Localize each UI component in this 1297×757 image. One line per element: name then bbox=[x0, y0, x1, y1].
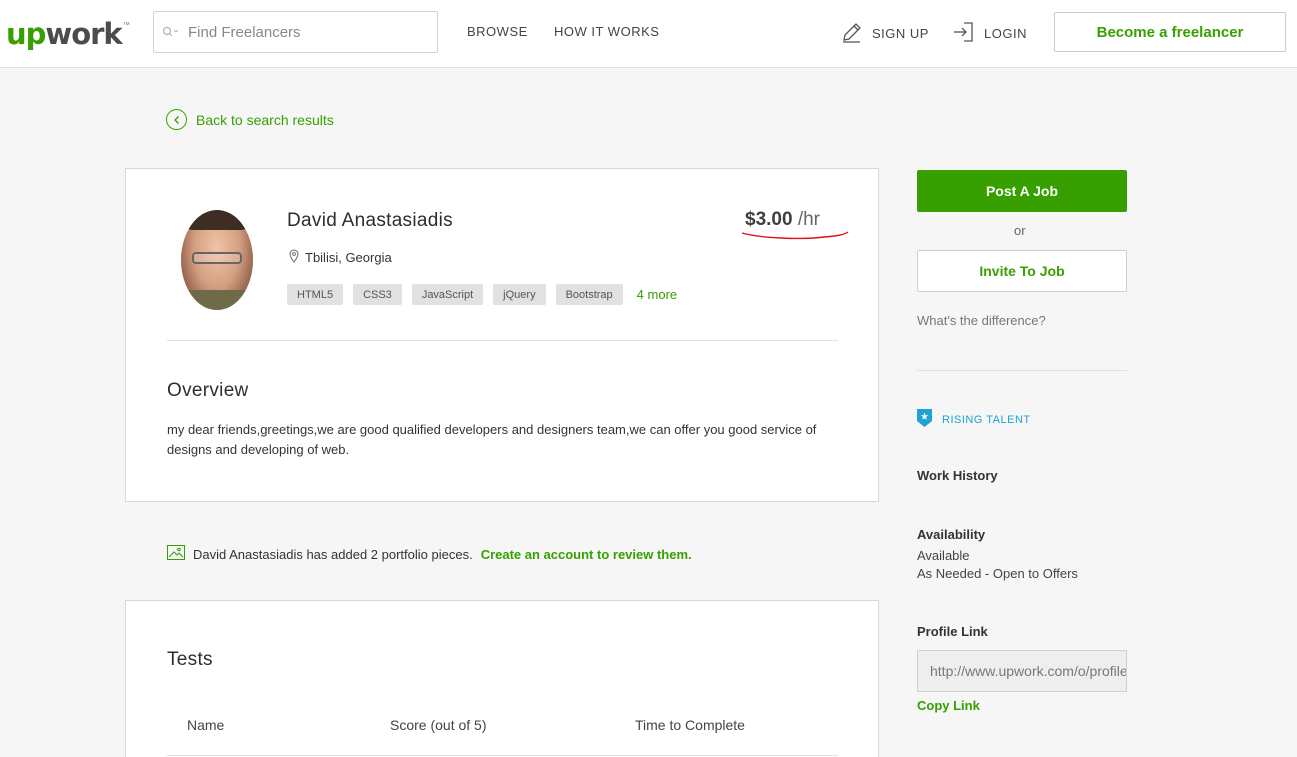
profile-card: David Anastasiadis $3.00 /hr Tbilisi, Ge… bbox=[125, 168, 879, 502]
column-header-time[interactable]: Time to Complete bbox=[635, 717, 745, 733]
nav-how-it-works[interactable]: HOW IT WORKS bbox=[554, 24, 659, 39]
more-skills-link[interactable]: 4 more bbox=[637, 287, 677, 302]
profile-link-field[interactable]: http://www.upwork.com/o/profiles/users/ bbox=[917, 650, 1127, 692]
logo-up: up bbox=[6, 17, 46, 51]
work-history-heading: Work History bbox=[917, 468, 998, 483]
or-label: or bbox=[1014, 223, 1026, 238]
post-job-button[interactable]: Post A Job bbox=[917, 170, 1127, 212]
avatar bbox=[181, 210, 253, 310]
column-header-name[interactable]: Name bbox=[187, 717, 224, 733]
star-badge-icon bbox=[917, 409, 932, 430]
skill-tag[interactable]: HTML5 bbox=[287, 284, 344, 305]
portfolio-notice: David Anastasiadis has added 2 portfolio… bbox=[167, 545, 692, 563]
search-input[interactable] bbox=[188, 23, 418, 41]
tests-card: Tests Name Score (out of 5) Time to Comp… bbox=[125, 600, 879, 757]
top-header: upwork ™ BROWSE HOW IT WORKS SIGN UP LOG… bbox=[0, 0, 1297, 68]
tests-heading: Tests bbox=[167, 649, 213, 670]
freelancer-name: David Anastasiadis bbox=[287, 210, 453, 231]
login-icon bbox=[952, 20, 976, 47]
rate-amount: $3.00 bbox=[745, 209, 793, 230]
rate-unit: /hr bbox=[797, 209, 821, 230]
difference-link[interactable]: What's the difference? bbox=[917, 313, 1046, 328]
availability-detail: As Needed - Open to Offers bbox=[917, 566, 1078, 581]
skill-tag[interactable]: CSS3 bbox=[353, 284, 402, 305]
overview-text: my dear friends,greetings,we are good qu… bbox=[167, 422, 817, 457]
signup-label: SIGN UP bbox=[872, 26, 929, 41]
skill-tag[interactable]: jQuery bbox=[493, 284, 546, 305]
profile-link-heading: Profile Link bbox=[917, 624, 988, 639]
back-label: Back to search results bbox=[196, 111, 334, 128]
divider bbox=[167, 340, 838, 341]
skills-list: HTML5 CSS3 JavaScript jQuery Bootstrap 4… bbox=[287, 284, 677, 305]
location-label: Tbilisi, Georgia bbox=[305, 250, 392, 265]
pencil-icon bbox=[840, 20, 864, 47]
back-to-search-link[interactable]: Back to search results bbox=[166, 109, 334, 130]
overview-heading: Overview bbox=[167, 380, 249, 401]
availability-heading: Availability bbox=[917, 527, 986, 542]
chevron-left-icon bbox=[166, 109, 187, 130]
portfolio-text: David Anastasiadis has added 2 portfolio… bbox=[193, 546, 473, 562]
logo-trademark: ™ bbox=[122, 22, 130, 29]
image-icon bbox=[167, 545, 185, 563]
rising-talent-badge: RISING TALENT bbox=[917, 409, 1031, 430]
search-icon[interactable] bbox=[154, 12, 188, 52]
nav-browse[interactable]: BROWSE bbox=[467, 24, 528, 39]
login-link[interactable]: LOGIN bbox=[952, 20, 1027, 47]
location: Tbilisi, Georgia bbox=[289, 249, 392, 266]
divider bbox=[167, 755, 838, 756]
login-label: LOGIN bbox=[984, 26, 1027, 41]
availability-value: Available bbox=[917, 548, 970, 563]
upwork-logo[interactable]: upwork ™ bbox=[6, 14, 130, 50]
search-box bbox=[153, 11, 438, 53]
become-freelancer-button[interactable]: Become a freelancer bbox=[1054, 12, 1286, 52]
red-annotation-underline bbox=[741, 231, 849, 240]
invite-to-job-button[interactable]: Invite To Job bbox=[917, 250, 1127, 292]
create-account-link[interactable]: Create an account to review them. bbox=[481, 547, 692, 562]
divider bbox=[917, 370, 1127, 371]
copy-link-button[interactable]: Copy Link bbox=[917, 698, 980, 713]
hourly-rate: $3.00 /hr bbox=[745, 209, 820, 231]
skill-tag[interactable]: Bootstrap bbox=[555, 284, 623, 305]
column-header-score[interactable]: Score (out of 5) bbox=[390, 717, 487, 733]
skill-tag[interactable]: JavaScript bbox=[411, 284, 484, 305]
signup-link[interactable]: SIGN UP bbox=[840, 20, 929, 47]
map-pin-icon bbox=[289, 249, 299, 266]
logo-work: work bbox=[45, 17, 122, 51]
rising-talent-label: RISING TALENT bbox=[942, 413, 1031, 426]
